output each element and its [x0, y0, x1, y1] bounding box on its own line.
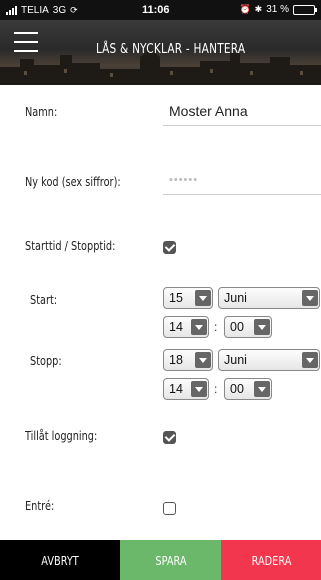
cancel-button-label: AVBRYT [41, 552, 79, 568]
stop-month-select[interactable]: Juni [218, 349, 320, 371]
start-stop-checkbox[interactable] [163, 241, 176, 254]
start-time-separator: : [214, 320, 218, 334]
stop-month-value: Juni [224, 353, 247, 367]
start-day-select[interactable]: 15 [163, 287, 213, 309]
cancel-button[interactable]: AVBRYT [0, 540, 120, 580]
battery-percent: 31 % [266, 4, 289, 15]
loading-icon: ⟳ [70, 5, 78, 15]
stop-time-separator: : [214, 382, 218, 396]
logging-checkbox[interactable] [163, 431, 176, 444]
start-month-value: Juni [224, 291, 247, 305]
action-bar: AVBRYT SPARA RADERA [0, 540, 321, 580]
entry-checkbox[interactable] [163, 502, 176, 515]
logging-label: Tillåt loggning: [25, 428, 98, 443]
chevron-down-icon [254, 381, 270, 397]
delete-button[interactable]: RADERA [221, 540, 321, 580]
stop-label: Stopp: [30, 353, 62, 368]
start-hour-value: 14 [169, 320, 183, 334]
chevron-down-icon [195, 290, 211, 306]
save-button-label: SPARA [154, 552, 187, 568]
alarm-icon: ⏰ [239, 4, 251, 14]
page-title: LÅS & NYCKLAR - HANTERA [96, 41, 246, 57]
stop-minute-select[interactable]: 00 [224, 378, 272, 400]
name-field[interactable]: Moster Anna [163, 98, 321, 126]
chevron-down-icon [302, 290, 318, 306]
start-stop-label: Starttid / Stopptid: [25, 238, 116, 253]
network-label: 3G [52, 5, 67, 16]
hamburger-menu-icon[interactable] [14, 32, 44, 56]
bluetooth-icon: ✱ [254, 4, 263, 14]
stop-minute-value: 00 [230, 382, 244, 396]
status-right: ⏰ ✱ 31 % [239, 4, 317, 15]
start-minute-select[interactable]: 00 [224, 316, 272, 338]
delete-button-label: RADERA [251, 552, 291, 568]
chevron-down-icon [195, 352, 211, 368]
carrier-label: TELIA [21, 5, 49, 16]
app-header: LÅS & NYCKLAR - HANTERA [0, 20, 321, 85]
start-label: Start: [30, 292, 58, 307]
status-left: TELIA 3G ⟳ [6, 5, 78, 16]
save-button[interactable]: SPARA [120, 540, 221, 580]
signal-icon [6, 6, 17, 15]
code-label: Ny kod (sex siffror): [25, 174, 121, 189]
stop-day-select[interactable]: 18 [163, 349, 213, 371]
stop-day-value: 18 [169, 353, 183, 367]
entry-label: Entré: [25, 498, 55, 513]
start-month-select[interactable]: Juni [218, 287, 320, 309]
status-time: 11:06 [142, 4, 170, 16]
chevron-down-icon [302, 352, 318, 368]
chevron-down-icon [191, 319, 207, 335]
code-field[interactable]: •••••• [163, 167, 321, 195]
battery-icon [293, 4, 317, 15]
status-bar: TELIA 3G ⟳ 11:06 ⏰ ✱ 31 % [0, 0, 321, 20]
start-hour-select[interactable]: 14 [163, 316, 209, 338]
stop-hour-select[interactable]: 14 [163, 378, 209, 400]
name-label: Namn: [25, 104, 58, 119]
chevron-down-icon [191, 381, 207, 397]
start-day-value: 15 [169, 291, 183, 305]
start-minute-value: 00 [230, 320, 244, 334]
stop-hour-value: 14 [169, 382, 183, 396]
chevron-down-icon [254, 319, 270, 335]
